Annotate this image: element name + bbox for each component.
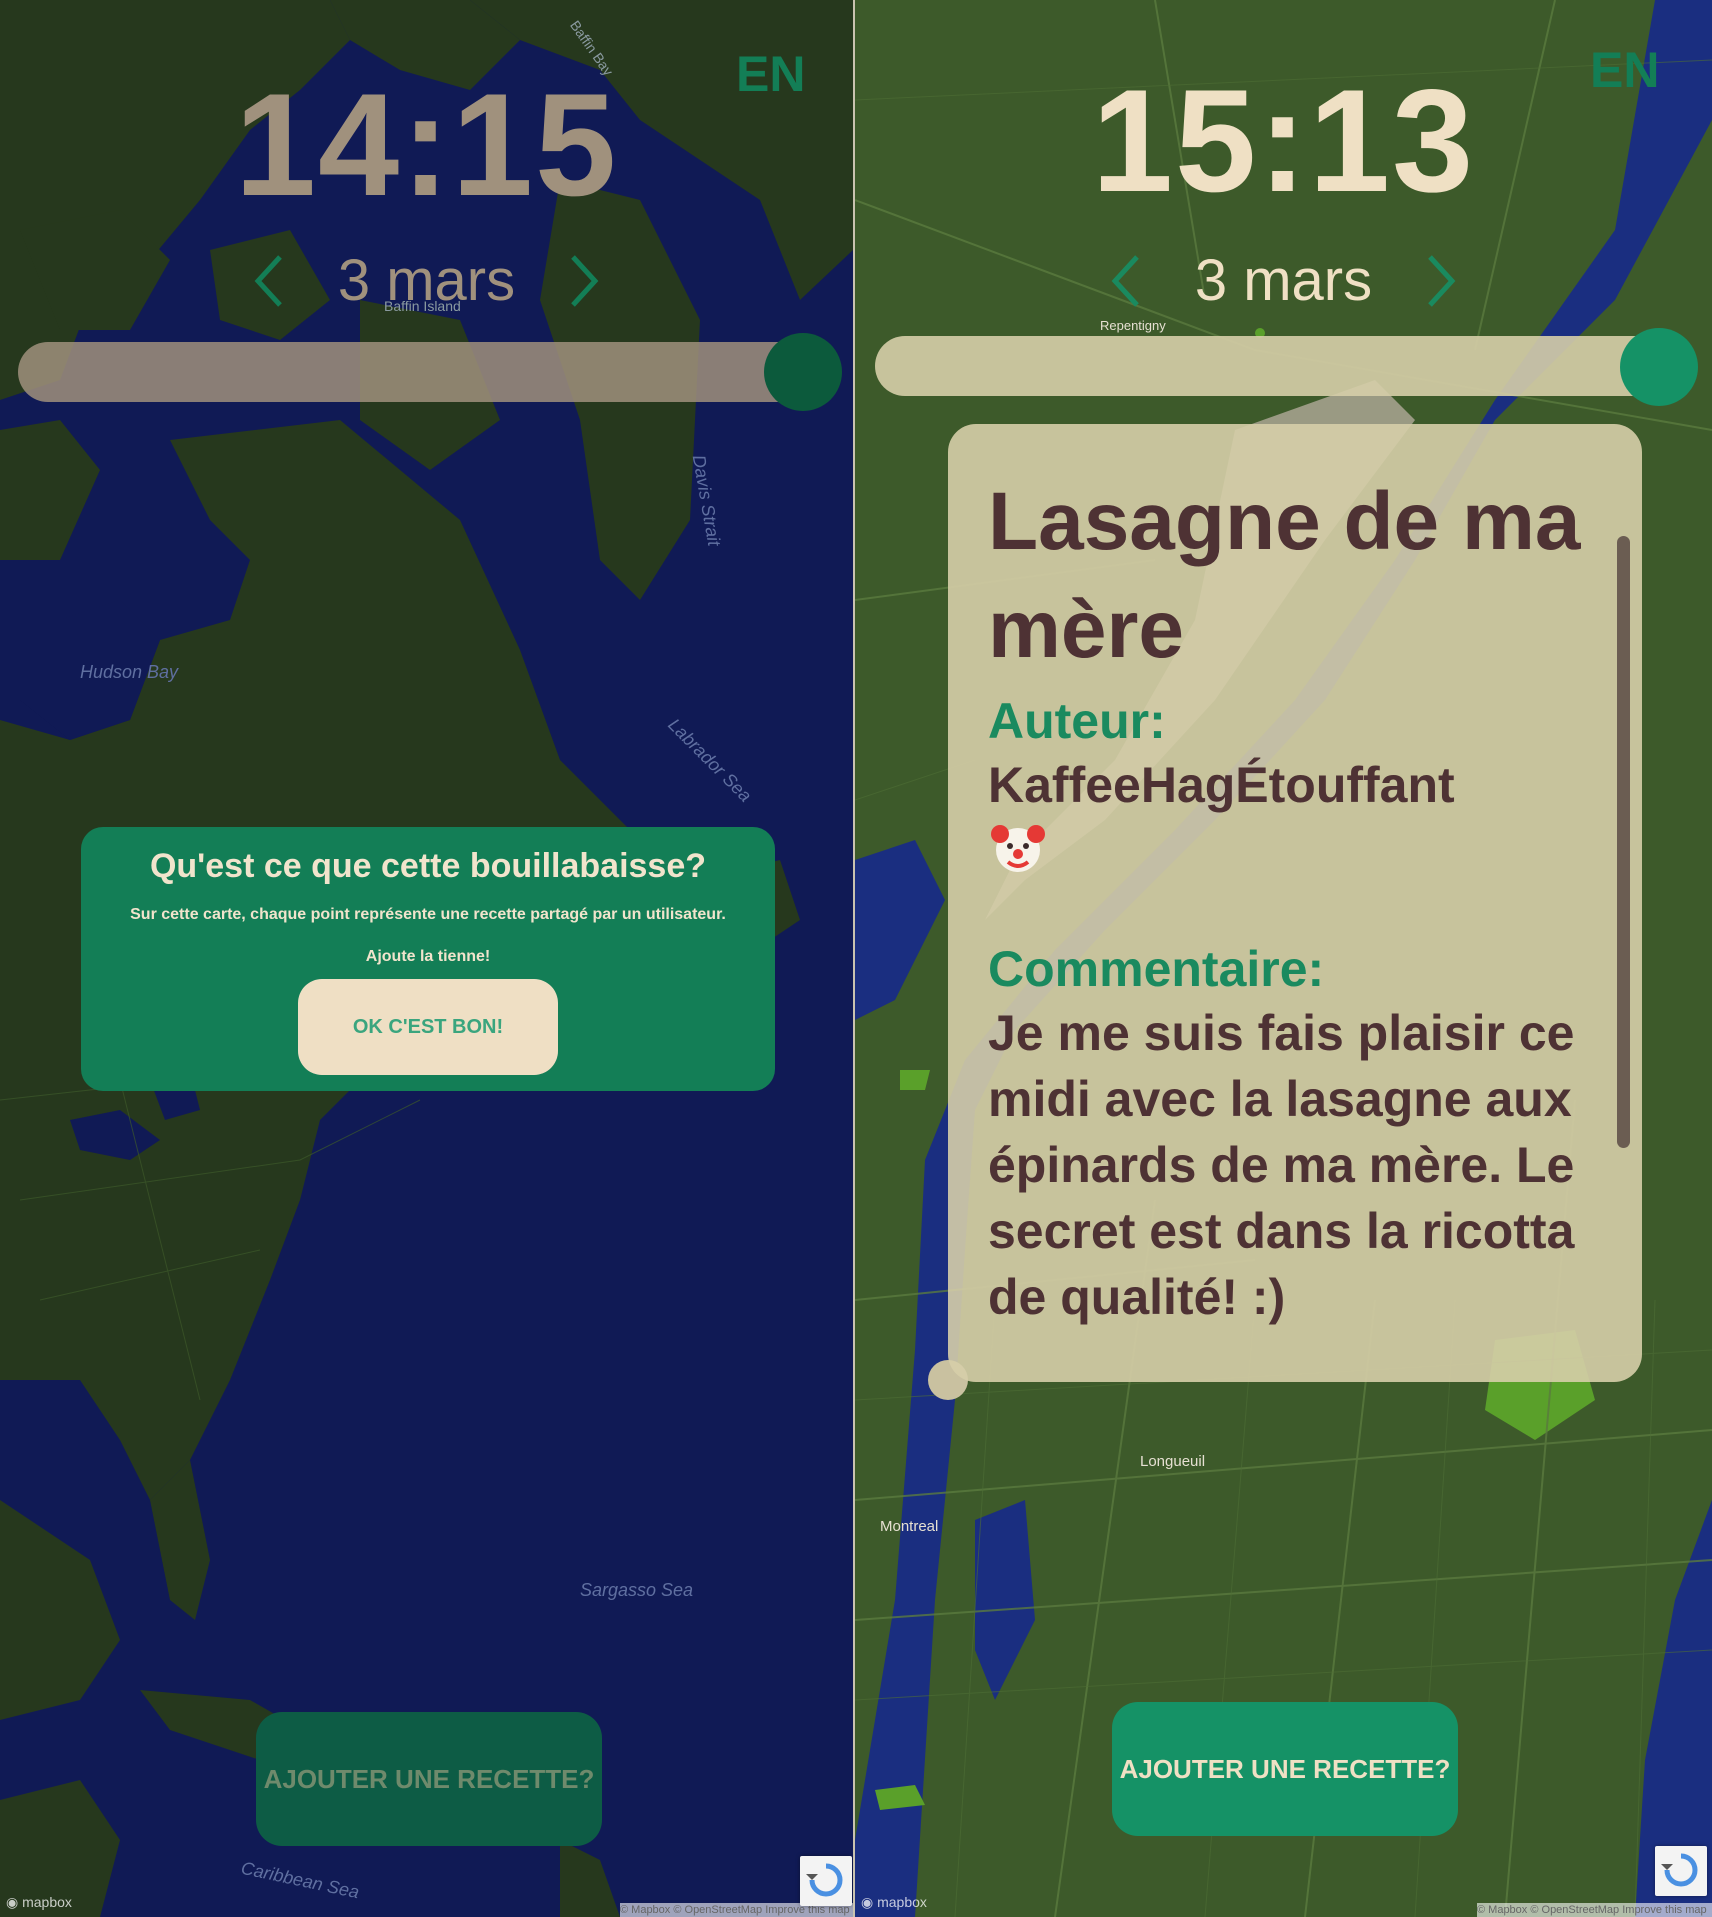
add-recipe-button[interactable]: AJOUTER UNE RECETTE? <box>256 1712 602 1846</box>
time-slider[interactable] <box>875 336 1675 396</box>
intro-modal: Qu'est ce que cette bouillabaisse? Sur c… <box>81 827 775 1091</box>
date-navigator: 3 mars <box>855 246 1712 316</box>
modal-text: Sur cette carte, chaque point représente… <box>130 906 726 923</box>
recaptcha-icon <box>806 1863 843 1897</box>
map-label: Hudson Bay <box>80 662 179 682</box>
left-screen: Baffin Bay Baffin Island Hudson Bay Davi… <box>0 0 853 1917</box>
map-attribution[interactable]: © Mapbox © OpenStreetMap Improve this ma… <box>1477 1903 1712 1917</box>
chevron-left-icon[interactable] <box>248 251 288 311</box>
map-label: Longueuil <box>1140 1453 1206 1470</box>
recipe-title: Lasagne de ma mère <box>988 476 1581 675</box>
recaptcha-badge[interactable] <box>800 1856 852 1906</box>
date-navigator: 3 mars <box>0 246 853 316</box>
recaptcha-badge[interactable] <box>1655 1846 1707 1896</box>
language-toggle[interactable]: EN <box>1590 42 1659 98</box>
clock: 15:13 <box>1091 59 1476 222</box>
language-toggle[interactable]: EN <box>736 46 805 102</box>
clown-face-icon <box>991 825 1045 872</box>
recipe-card: Lasagne de ma mère Auteur: KaffeeHagÉtou… <box>948 424 1642 1382</box>
author-label: Auteur: <box>988 693 1166 749</box>
clock: 14:15 <box>234 63 619 226</box>
right-screen: Montreal Longueuil Repentigny 15:13 EN 3… <box>855 0 1712 1917</box>
chevron-left-icon[interactable] <box>1105 251 1145 311</box>
comment-text: Je me suis fais plaisir ce midi avec la … <box>988 1005 1575 1325</box>
chevron-right-icon[interactable] <box>565 251 605 311</box>
recaptcha-icon <box>1661 1853 1698 1887</box>
modal-title: Qu'est ce que cette bouillabaisse? <box>149 847 707 885</box>
ok-button[interactable]: OK C'EST BON! <box>298 979 558 1075</box>
map-label: Montreal <box>880 1518 939 1535</box>
date-label: 3 mars <box>337 248 516 313</box>
time-slider-thumb[interactable] <box>1620 328 1698 406</box>
time-slider-thumb[interactable] <box>764 333 842 411</box>
map-label: Repentigny <box>1100 318 1166 333</box>
add-recipe-button[interactable]: AJOUTER UNE RECETTE? <box>1112 1702 1458 1836</box>
date-label: 3 mars <box>1194 248 1373 313</box>
time-slider[interactable] <box>18 342 818 402</box>
map-label: Sargasso Sea <box>580 1580 694 1600</box>
mapbox-logo[interactable]: ◉ mapbox <box>861 1894 927 1911</box>
modal-cta-text: Ajoute la tienne! <box>365 948 491 965</box>
chevron-right-icon[interactable] <box>1422 251 1462 311</box>
comment-label: Commentaire: <box>988 941 1325 997</box>
card-scrollbar[interactable] <box>1617 536 1630 1148</box>
author-name: KaffeeHagÉtouffant <box>988 757 1455 813</box>
mapbox-logo[interactable]: ◉ mapbox <box>6 1894 72 1911</box>
